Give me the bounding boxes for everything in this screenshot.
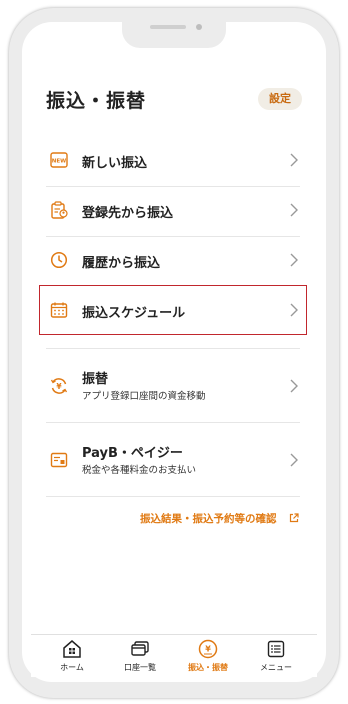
tab-home[interactable]: ホーム — [37, 639, 107, 673]
chevron-right-icon — [290, 453, 298, 467]
divider — [46, 236, 300, 237]
phone-notch — [122, 18, 226, 48]
tab-accounts[interactable]: 口座一覧 — [105, 639, 175, 673]
svg-text:¥: ¥ — [205, 645, 211, 654]
yen-coin-icon: ¥ — [198, 639, 218, 659]
chevron-right-icon — [290, 303, 298, 317]
list-menu-icon — [267, 640, 285, 658]
tab-label: 振込・振替 — [188, 663, 228, 672]
svg-text:NEW: NEW — [52, 159, 66, 165]
menu-item-label: 登録先から振込 — [82, 206, 174, 221]
divider — [46, 422, 300, 423]
tab-label: ホーム — [60, 663, 84, 672]
menu-item-history-transfer[interactable]: 履歴から振込 — [40, 246, 306, 274]
clipboard-person-icon — [51, 201, 68, 219]
home-icon — [63, 640, 81, 658]
menu-item-registered-transfer[interactable]: 登録先から振込 — [40, 196, 306, 224]
menu-item-label: PayB・ペイジー — [82, 446, 183, 461]
divider — [46, 496, 300, 497]
yen-transfer-icon: ¥ — [50, 378, 68, 394]
phone-screen — [22, 22, 326, 682]
tab-label: 口座一覧 — [124, 663, 156, 672]
chevron-right-icon — [290, 379, 298, 393]
page-title: 振込・振替 — [46, 90, 147, 112]
tab-label: メニュー — [260, 663, 292, 672]
clock-icon — [50, 251, 68, 269]
camera — [196, 24, 202, 30]
menu-item-account-transfer[interactable]: ¥ 振替 アプリ登録口座間の資金移動 — [40, 366, 306, 406]
menu-item-new-transfer[interactable]: NEW 新しい振込 — [40, 146, 306, 174]
settings-button[interactable]: 設定 — [258, 88, 302, 110]
chevron-right-icon — [290, 153, 298, 167]
menu-item-label: 振替 — [82, 372, 109, 387]
card-icon — [131, 641, 149, 656]
divider — [46, 186, 300, 187]
menu-item-transfer-schedule[interactable]: 振込スケジュール — [40, 296, 306, 324]
bill-icon — [50, 452, 68, 468]
transfer-results-link[interactable]: 振込結果・振込予約等の確認 — [140, 511, 277, 526]
tab-menu[interactable]: メニュー — [241, 639, 311, 673]
menu-item-label: 振込スケジュール — [82, 306, 186, 321]
external-link-icon[interactable] — [289, 513, 299, 523]
tab-transfer[interactable]: ¥ 振込・振替 — [173, 639, 243, 673]
menu-item-payb-payeasy[interactable]: PayB・ペイジー 税金や各種料金のお支払い — [40, 440, 306, 480]
svg-text:¥: ¥ — [56, 382, 62, 391]
menu-item-label: 新しい振込 — [82, 156, 148, 171]
chevron-right-icon — [290, 203, 298, 217]
menu-item-description: アプリ登録口座間の資金移動 — [82, 391, 206, 402]
bottom-tab-bar: ホーム 口座一覧 ¥ 振込・振替 メニュー — [31, 634, 317, 677]
calendar-icon — [50, 302, 68, 318]
chevron-right-icon — [290, 253, 298, 267]
menu-item-description: 税金や各種料金のお支払い — [82, 465, 197, 476]
menu-item-label: 履歴から振込 — [82, 256, 161, 271]
divider — [46, 348, 300, 349]
new-badge-icon: NEW — [50, 152, 68, 168]
speaker — [150, 25, 186, 29]
